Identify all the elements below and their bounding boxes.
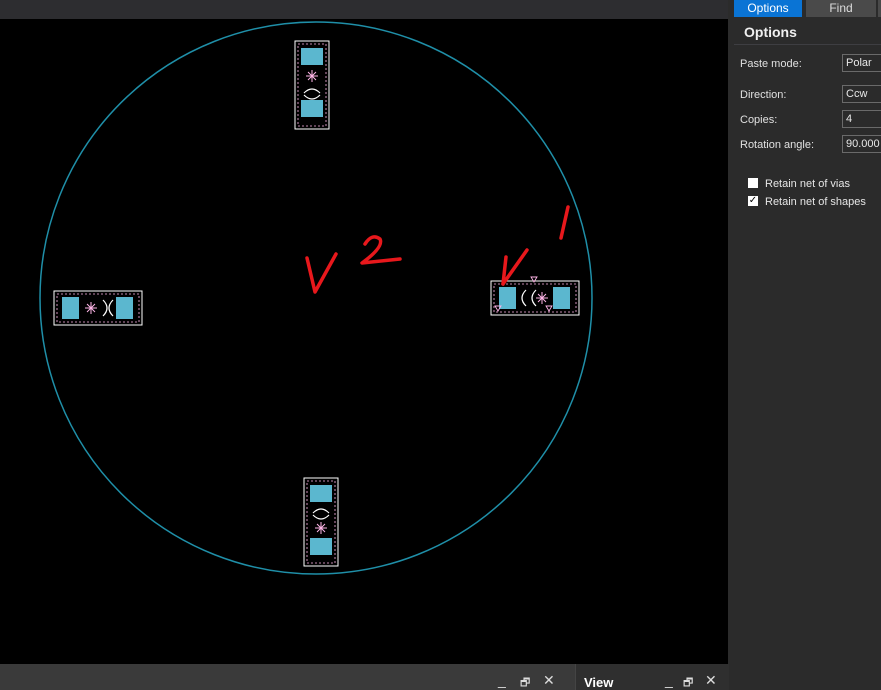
panel-tabs: Options Find — [734, 0, 881, 18]
retain-shapes-label: Retain net of shapes — [765, 196, 866, 208]
component-bottom[interactable] — [303, 477, 339, 567]
copies-input[interactable]: 4 — [842, 110, 881, 128]
retain-vias-row[interactable]: Retain net of vias — [748, 178, 850, 190]
rotation-angle-input[interactable]: 90.000 — [842, 135, 881, 153]
paste-mode-label: Paste mode: — [740, 58, 802, 70]
dock-close-button[interactable]: ✕ — [543, 673, 555, 687]
tab-find[interactable]: Find — [806, 0, 876, 17]
direction-select[interactable]: Ccw — [842, 85, 881, 103]
panel-title: Options — [744, 24, 797, 40]
retain-shapes-row[interactable]: ✓ Retain net of shapes — [748, 196, 866, 208]
view-restore-button[interactable]: 🗗 — [683, 676, 693, 690]
dock-restore-button[interactable]: 🗗 — [520, 676, 530, 690]
tab-options[interactable]: Options — [734, 0, 802, 17]
component-top[interactable] — [294, 40, 330, 130]
retain-vias-checkbox[interactable] — [748, 178, 758, 189]
retain-shapes-checkbox[interactable]: ✓ — [748, 196, 758, 207]
direction-label: Direction: — [740, 89, 787, 101]
canvas-top-bar — [0, 0, 728, 19]
paste-mode-select[interactable]: Polar — [842, 54, 881, 72]
view-dock-bar: View _ 🗗 ✕ — [575, 664, 729, 690]
copies-label: Copies: — [740, 114, 778, 126]
view-minimize-button[interactable]: _ — [665, 673, 673, 687]
panel-title-divider — [734, 44, 881, 45]
red-annotations — [305, 205, 570, 294]
retain-vias-label: Retain net of vias — [765, 178, 850, 190]
view-close-button[interactable]: ✕ — [705, 673, 717, 687]
pcb-canvas[interactable] — [0, 19, 728, 664]
pcb-drawing — [39, 21, 593, 575]
dock-minimize-button[interactable]: _ — [498, 673, 506, 687]
view-label: View — [584, 675, 614, 690]
component-left[interactable] — [53, 290, 143, 326]
rotation-angle-label: Rotation angle: — [740, 139, 814, 151]
options-panel: Options Find Options Paste mode: Polar D… — [734, 0, 881, 690]
